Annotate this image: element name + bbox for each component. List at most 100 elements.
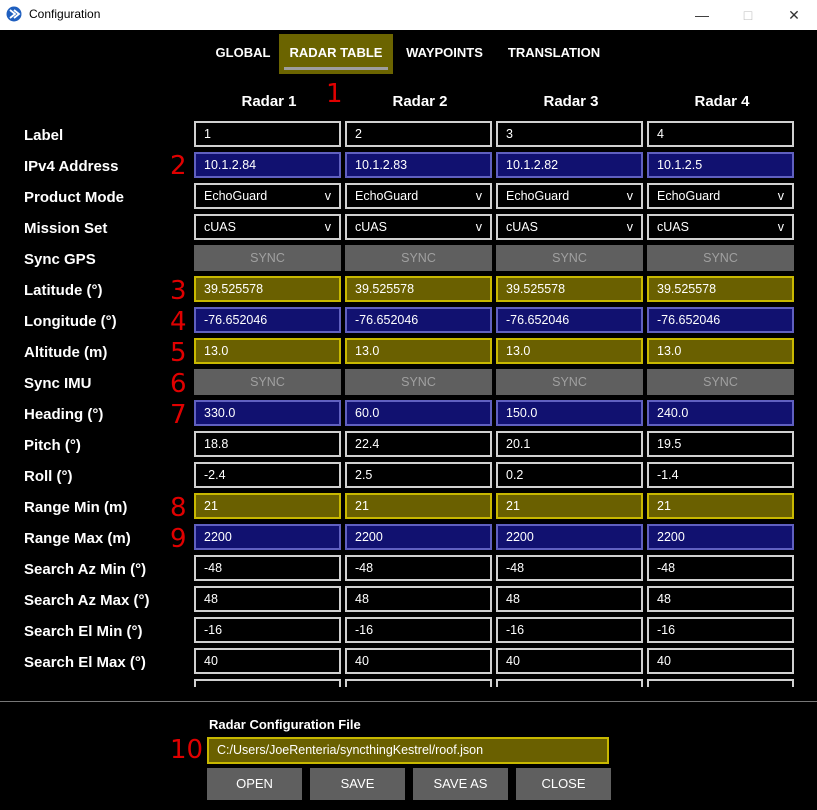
latitude-radar-4-field[interactable]: 39.525578 (647, 276, 794, 302)
tab-global[interactable]: GLOBAL (210, 34, 276, 74)
cell-value: 40 (355, 654, 369, 668)
roll-radar-2-field[interactable]: 2.5 (345, 462, 492, 488)
range-min-m-radar-3-field[interactable]: 21 (496, 493, 643, 519)
search-el-min-radar-4-field[interactable]: -16 (647, 617, 794, 643)
product-mode-radar-4-select[interactable]: EchoGuard v (647, 183, 794, 209)
roll-radar-3-field[interactable]: 0.2 (496, 462, 643, 488)
range-min-m-radar-1-field[interactable]: 21 (194, 493, 341, 519)
label-radar-2-field[interactable]: 2 (345, 121, 492, 147)
row-label-ipv4-address: IPv4 Address (24, 158, 119, 175)
cell-value: -48 (506, 561, 525, 575)
chevron-down-icon: v (475, 220, 482, 234)
row-label-label: Label (24, 127, 64, 144)
longitude-radar-1-field[interactable]: -76.652046 (194, 307, 341, 333)
search-az-min-radar-2-field[interactable]: -48 (345, 555, 492, 581)
label-radar-4-field[interactable]: 4 (647, 121, 794, 147)
search-el-min-radar-3-field[interactable]: -16 (496, 617, 643, 643)
search-az-max-radar-2-field[interactable]: 48 (345, 586, 492, 612)
longitude-radar-3-field[interactable]: -76.652046 (496, 307, 643, 333)
latitude-radar-3-field[interactable]: 39.525578 (496, 276, 643, 302)
product-mode-radar-3-select[interactable]: EchoGuard v (496, 183, 643, 209)
cell-value: EchoGuard (355, 189, 419, 203)
save-as-button[interactable]: SAVE AS (413, 768, 508, 800)
search-el-max-radar-2-field[interactable]: 40 (345, 648, 492, 674)
heading-radar-3-field[interactable]: 150.0 (496, 400, 643, 426)
search-el-max-radar-4-field[interactable]: 40 (647, 648, 794, 674)
search-el-min-radar-1-field[interactable]: -16 (194, 617, 341, 643)
heading-radar-4-field[interactable]: 240.0 (647, 400, 794, 426)
minimize-icon[interactable]: — (679, 0, 725, 30)
range-max-m-radar-4-field[interactable]: 2200 (647, 524, 794, 550)
search-az-max-radar-4-field[interactable]: 48 (647, 586, 794, 612)
sync-gps-radar-4-sync-button[interactable]: SYNC (647, 245, 794, 271)
longitude-radar-2-field[interactable]: -76.652046 (345, 307, 492, 333)
row-label-roll: Roll (°) (24, 468, 73, 485)
ipv4-address-radar-1-field[interactable]: 10.1.2.84 (194, 152, 341, 178)
heading-radar-1-field[interactable]: 330.0 (194, 400, 341, 426)
latitude-radar-1-field[interactable]: 39.525578 (194, 276, 341, 302)
cell-value: 21 (657, 499, 671, 513)
cell-value: cUAS (506, 220, 538, 234)
close-icon[interactable]: ✕ (771, 0, 817, 30)
cell-value: cUAS (355, 220, 387, 234)
search-az-min-radar-3-field[interactable]: -48 (496, 555, 643, 581)
maximize-icon[interactable]: □ (725, 0, 771, 30)
altitude-m-radar-2-field[interactable]: 13.0 (345, 338, 492, 364)
tab-translation[interactable]: TRANSLATION (498, 34, 610, 74)
cell-value: 39.525578 (506, 282, 566, 296)
search-az-min-radar-4-field[interactable]: -48 (647, 555, 794, 581)
sync-gps-radar-3-sync-button[interactable]: SYNC (496, 245, 643, 271)
altitude-m-radar-4-field[interactable]: 13.0 (647, 338, 794, 364)
range-min-m-radar-4-field[interactable]: 21 (647, 493, 794, 519)
open-button[interactable]: OPEN (207, 768, 302, 800)
mission-set-radar-2-select[interactable]: cUAS v (345, 214, 492, 240)
mission-set-radar-1-select[interactable]: cUAS v (194, 214, 341, 240)
search-az-max-radar-1-field[interactable]: 48 (194, 586, 341, 612)
range-max-m-radar-3-field[interactable]: 2200 (496, 524, 643, 550)
row-label-longitude: Longitude (°) (24, 313, 117, 330)
altitude-m-radar-1-field[interactable]: 13.0 (194, 338, 341, 364)
cell-value: -76.652046 (355, 313, 419, 327)
save-button[interactable]: SAVE (310, 768, 405, 800)
label-radar-1-field[interactable]: 1 (194, 121, 341, 147)
sync-imu-radar-2-sync-button[interactable]: SYNC (345, 369, 492, 395)
roll-radar-4-field[interactable]: -1.4 (647, 462, 794, 488)
roll-radar-1-field[interactable]: -2.4 (194, 462, 341, 488)
range-max-m-radar-2-field[interactable]: 2200 (345, 524, 492, 550)
search-az-min-radar-1-field[interactable]: -48 (194, 555, 341, 581)
latitude-radar-2-field[interactable]: 39.525578 (345, 276, 492, 302)
ipv4-address-radar-3-field[interactable]: 10.1.2.82 (496, 152, 643, 178)
range-min-m-radar-2-field[interactable]: 21 (345, 493, 492, 519)
ipv4-address-radar-4-field[interactable]: 10.1.2.5 (647, 152, 794, 178)
chevron-down-icon: v (324, 220, 331, 234)
search-el-min-radar-2-field[interactable]: -16 (345, 617, 492, 643)
tab-waypoints[interactable]: WAYPOINTS (397, 34, 492, 74)
sync-gps-radar-2-sync-button[interactable]: SYNC (345, 245, 492, 271)
sync-imu-radar-3-sync-button[interactable]: SYNC (496, 369, 643, 395)
heading-radar-2-field[interactable]: 60.0 (345, 400, 492, 426)
ipv4-address-radar-2-field[interactable]: 10.1.2.83 (345, 152, 492, 178)
search-el-max-radar-1-field[interactable]: 40 (194, 648, 341, 674)
product-mode-radar-1-select[interactable]: EchoGuard v (194, 183, 341, 209)
sync-gps-radar-1-sync-button[interactable]: SYNC (194, 245, 341, 271)
altitude-m-radar-3-field[interactable]: 13.0 (496, 338, 643, 364)
longitude-radar-4-field[interactable]: -76.652046 (647, 307, 794, 333)
pitch-radar-2-field[interactable]: 22.4 (345, 431, 492, 457)
sync-imu-radar-1-sync-button[interactable]: SYNC (194, 369, 341, 395)
label-radar-3-field[interactable]: 3 (496, 121, 643, 147)
pitch-radar-1-field[interactable]: 18.8 (194, 431, 341, 457)
mission-set-radar-3-select[interactable]: cUAS v (496, 214, 643, 240)
mission-set-radar-4-select[interactable]: cUAS v (647, 214, 794, 240)
chevron-down-icon: v (626, 189, 633, 203)
radar-config-file-field[interactable]: C:/Users/JoeRenteria/syncthingKestrel/ro… (207, 737, 609, 764)
cell-value: cUAS (204, 220, 236, 234)
pitch-radar-3-field[interactable]: 20.1 (496, 431, 643, 457)
product-mode-radar-2-select[interactable]: EchoGuard v (345, 183, 492, 209)
close-button[interactable]: CLOSE (516, 768, 611, 800)
tab-radar-table[interactable]: RADAR TABLE (279, 34, 393, 74)
range-max-m-radar-1-field[interactable]: 2200 (194, 524, 341, 550)
search-el-max-radar-3-field[interactable]: 40 (496, 648, 643, 674)
pitch-radar-4-field[interactable]: 19.5 (647, 431, 794, 457)
sync-imu-radar-4-sync-button[interactable]: SYNC (647, 369, 794, 395)
search-az-max-radar-3-field[interactable]: 48 (496, 586, 643, 612)
